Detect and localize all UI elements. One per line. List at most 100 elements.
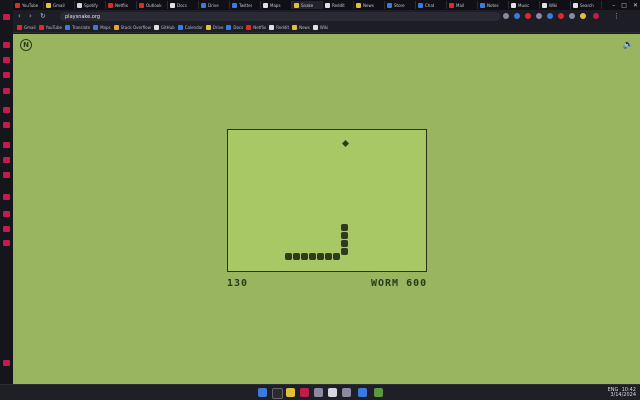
sidebar-app-icon[interactable] (3, 194, 10, 200)
browser-tab[interactable]: News (354, 1, 385, 9)
extension-icon[interactable] (558, 13, 564, 19)
extension-icon[interactable] (569, 13, 575, 19)
bookmark-item[interactable]: Netflix (246, 25, 266, 30)
browser-tab[interactable]: YouTube (13, 1, 44, 9)
browser-tab[interactable]: Twitter (230, 1, 261, 9)
bookmark-label: GitHub (160, 25, 175, 30)
system-tray[interactable]: ENG 10:42 3/14/2024 (608, 388, 636, 398)
browser-tab[interactable]: Outlook (137, 1, 168, 9)
extension-icon[interactable] (525, 13, 531, 19)
sidebar-app-icon[interactable] (3, 88, 10, 94)
tab-title: Music (518, 2, 530, 8)
file-explorer-icon[interactable] (286, 388, 295, 397)
app-icon[interactable] (374, 388, 383, 397)
tab-title: Snake (301, 2, 314, 8)
extension-icon[interactable] (536, 13, 542, 19)
browser-tab[interactable]: Wiki (540, 1, 571, 9)
extension-icon[interactable] (580, 13, 586, 19)
tab-favicon-icon (46, 2, 51, 8)
browser-tab[interactable]: Snake (292, 1, 323, 9)
bookmark-favicon-icon (153, 25, 159, 30)
bookmark-label: Translate (71, 25, 91, 30)
bookmark-item[interactable]: Gmail (17, 25, 36, 30)
address-bar[interactable]: playsnake.org (60, 12, 500, 21)
browser-tab[interactable]: Netflix (106, 1, 137, 9)
sidebar-app-icon[interactable] (3, 240, 10, 246)
tab-favicon-icon (77, 2, 82, 8)
extension-icon[interactable] (547, 13, 553, 19)
browser-tab[interactable]: Docs (168, 1, 199, 9)
extension-icon[interactable] (503, 13, 509, 19)
browser-tab[interactable]: Notes (478, 1, 509, 9)
search-icon[interactable] (272, 388, 283, 399)
logo-icon[interactable]: N (20, 39, 32, 51)
bookmark-item[interactable]: YouTube (38, 25, 62, 30)
start-icon[interactable] (258, 388, 267, 397)
bookmark-item[interactable]: Drive (205, 25, 223, 30)
browser-toolbar: ‹ › ↻ playsnake.org ⋮ (13, 10, 640, 23)
snake-segment (317, 253, 324, 260)
reload-icon[interactable]: ↻ (40, 12, 46, 20)
app-icon[interactable] (314, 388, 323, 397)
back-icon[interactable]: ‹ (18, 12, 21, 20)
browser-tab[interactable]: Gmail (44, 1, 75, 9)
bookmark-item[interactable]: News (292, 25, 310, 30)
maximize-icon[interactable]: □ (621, 2, 627, 9)
bookmark-item[interactable]: Reddit (269, 25, 289, 30)
bookmark-item[interactable]: Calendar (177, 25, 203, 30)
browser-tab[interactable]: Search (571, 1, 602, 9)
browser-tab[interactable]: Music (509, 1, 540, 9)
browser-tab[interactable]: Store (385, 1, 416, 9)
bookmark-item[interactable]: Translate (64, 25, 91, 30)
sidebar-app-icon[interactable] (3, 157, 10, 163)
profile-avatar[interactable] (593, 13, 599, 19)
extension-icon[interactable] (514, 13, 520, 19)
app-icon[interactable] (328, 388, 337, 397)
sidebar-app-icon[interactable] (3, 142, 10, 148)
minimize-icon[interactable]: – (612, 2, 615, 9)
bookmark-item[interactable]: Docs (226, 25, 243, 30)
speaker-icon[interactable]: 🔈 (623, 40, 634, 50)
tray-date: 3/14/2024 (610, 392, 636, 398)
forward-icon[interactable]: › (29, 12, 32, 20)
app-icon[interactable] (342, 388, 351, 397)
bookmark-favicon-icon (17, 25, 22, 30)
bookmark-item[interactable]: Wiki (312, 25, 328, 30)
tab-title: News (363, 2, 374, 8)
sidebar-app-icon[interactable] (3, 57, 10, 63)
browser-tab[interactable]: Mail (447, 1, 478, 9)
bookmark-favicon-icon (292, 25, 298, 30)
browser-tab[interactable]: Reddit (323, 1, 354, 9)
snake-segment (341, 232, 348, 239)
sidebar-app-icon[interactable] (3, 107, 10, 113)
tab-title: Netflix (115, 2, 129, 8)
sidebar-app-icon[interactable] (3, 211, 10, 217)
sidebar-app-icon[interactable] (3, 14, 10, 20)
tab-favicon-icon (201, 2, 206, 8)
bookmark-item[interactable]: GitHub (153, 25, 175, 30)
tab-title: Spotify (84, 2, 98, 8)
tab-title: Docs (177, 2, 187, 8)
sidebar-settings-icon[interactable] (3, 360, 10, 366)
sidebar-app-icon[interactable] (3, 226, 10, 232)
tab-favicon-icon (387, 2, 392, 8)
browser-tab[interactable]: Spotify (75, 1, 106, 9)
close-icon[interactable]: ✕ (633, 2, 638, 9)
vscode-icon[interactable] (358, 388, 367, 397)
bookmark-label: Docs (233, 25, 244, 30)
game-board[interactable] (227, 129, 427, 272)
sidebar-app-icon[interactable] (3, 72, 10, 78)
sidebar-app-icon[interactable] (3, 172, 10, 178)
sidebar-app-icon[interactable] (3, 42, 10, 48)
browser-tab[interactable]: Maps (261, 1, 292, 9)
tab-favicon-icon (325, 2, 330, 8)
menu-icon[interactable]: ⋮ (613, 12, 620, 20)
bookmark-item[interactable]: Maps (93, 25, 111, 30)
sidebar-app-icon[interactable] (3, 122, 10, 128)
bookmarks-bar: Gmail YouTube Translate Maps Stack Overflow G… (13, 23, 640, 33)
browser-icon[interactable] (300, 388, 309, 397)
browser-tab[interactable]: Drive (199, 1, 230, 9)
browser-tab[interactable]: Chat (416, 1, 447, 9)
bookmark-item[interactable]: Stack Overflow (113, 25, 151, 30)
bookmark-label: Calendar (184, 25, 203, 30)
